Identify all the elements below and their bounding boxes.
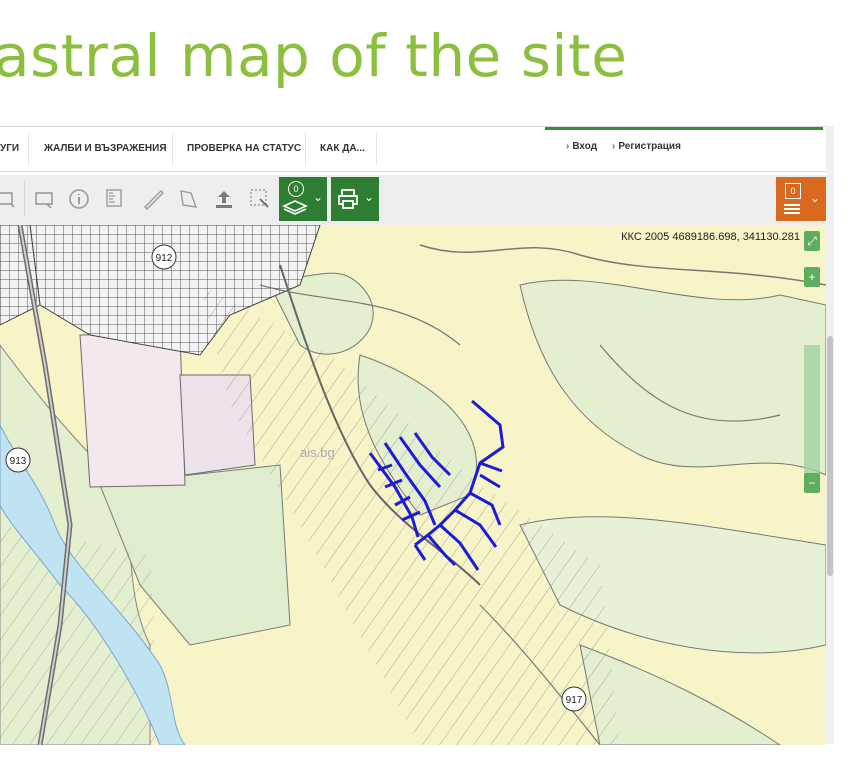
upload-icon[interactable]	[211, 183, 237, 215]
map-canvas: 912 913 917 ais.bg	[0, 225, 826, 745]
chevron-down-icon: ⌄	[312, 190, 323, 204]
svg-text:912: 912	[156, 253, 173, 264]
slide-title: astral map of the site	[0, 22, 628, 90]
nav-divider	[172, 133, 173, 165]
zoom-in-button[interactable]: +	[804, 267, 820, 287]
nav-divider	[305, 133, 306, 165]
login-label: Вход	[572, 141, 598, 152]
cadastre-screenshot: УГИ ЖАЛБИ И ВЪЗРАЖЕНИЯ ПРОВЕРКА НА СТАТУ…	[0, 126, 826, 745]
nav-item-status-check[interactable]: ПРОВЕРКА НА СТАТУС	[187, 140, 301, 158]
scrollbar-thumb[interactable]	[827, 336, 833, 576]
coordinate-readout: ККС 2005 4689186.698, 341130.281	[621, 231, 800, 243]
cart-button[interactable]: 0 ⌄	[776, 177, 826, 221]
cadastral-map[interactable]: 912 913 917 ais.bg ККС 2005 4689186.698,…	[0, 225, 826, 745]
nav-accent-line	[545, 127, 823, 130]
map-label-913: 913	[5, 447, 31, 473]
svg-text:917: 917	[566, 695, 583, 706]
map-watermark: ais.bg	[300, 445, 335, 460]
nav-item-how-to[interactable]: КАК ДА...	[320, 140, 365, 158]
select-area-icon[interactable]	[247, 183, 273, 215]
top-nav: УГИ ЖАЛБИ И ВЪЗРАЖЕНИЯ ПРОВЕРКА НА СТАТУ…	[0, 127, 826, 172]
login-link[interactable]: › Вход	[566, 141, 597, 152]
register-label: Регистрация	[618, 141, 681, 152]
printer-icon	[338, 189, 358, 209]
menu-icon	[784, 204, 800, 214]
chevron-down-icon: ⌄	[363, 190, 374, 204]
chevron-down-icon: ⌄	[809, 191, 820, 205]
info-icon[interactable]	[66, 183, 92, 215]
map-label-912: 912	[151, 244, 177, 270]
rectangle-select-icon[interactable]	[0, 183, 18, 215]
nav-item-complaints[interactable]: ЖАЛБИ И ВЪЗРАЖЕНИЯ	[44, 140, 167, 158]
register-link[interactable]: › Регистрация	[612, 141, 681, 152]
zoom-slider[interactable]	[804, 345, 820, 485]
map-toolbar: 0 ⌄ ⌄ 0 ⌄	[0, 175, 826, 225]
nav-divider	[376, 133, 377, 165]
print-button[interactable]: ⌄	[331, 177, 379, 221]
layers-button[interactable]: 0 ⌄	[279, 177, 327, 221]
cart-count: 0	[785, 183, 801, 199]
toolbar-divider	[24, 181, 25, 217]
map-label-917: 917	[561, 686, 587, 712]
rectangle-select-2-icon[interactable]	[32, 183, 58, 215]
nav-divider	[28, 133, 29, 165]
chevron-right-icon: ›	[612, 141, 616, 152]
layers-count: 0	[288, 181, 304, 197]
ruler-icon[interactable]	[140, 183, 166, 215]
svg-text:913: 913	[10, 456, 27, 467]
zoom-out-button[interactable]: −	[804, 473, 820, 493]
page-scrollbar[interactable]	[826, 126, 834, 744]
chevron-right-icon: ›	[566, 141, 570, 152]
nav-item-services[interactable]: УГИ	[0, 140, 19, 158]
measure-area-icon[interactable]	[103, 183, 129, 215]
expand-icon[interactable]: ⤢	[804, 231, 820, 251]
urban-pink-zone	[79, 332, 186, 488]
layers-icon	[282, 200, 308, 215]
polygon-icon[interactable]	[175, 183, 201, 215]
